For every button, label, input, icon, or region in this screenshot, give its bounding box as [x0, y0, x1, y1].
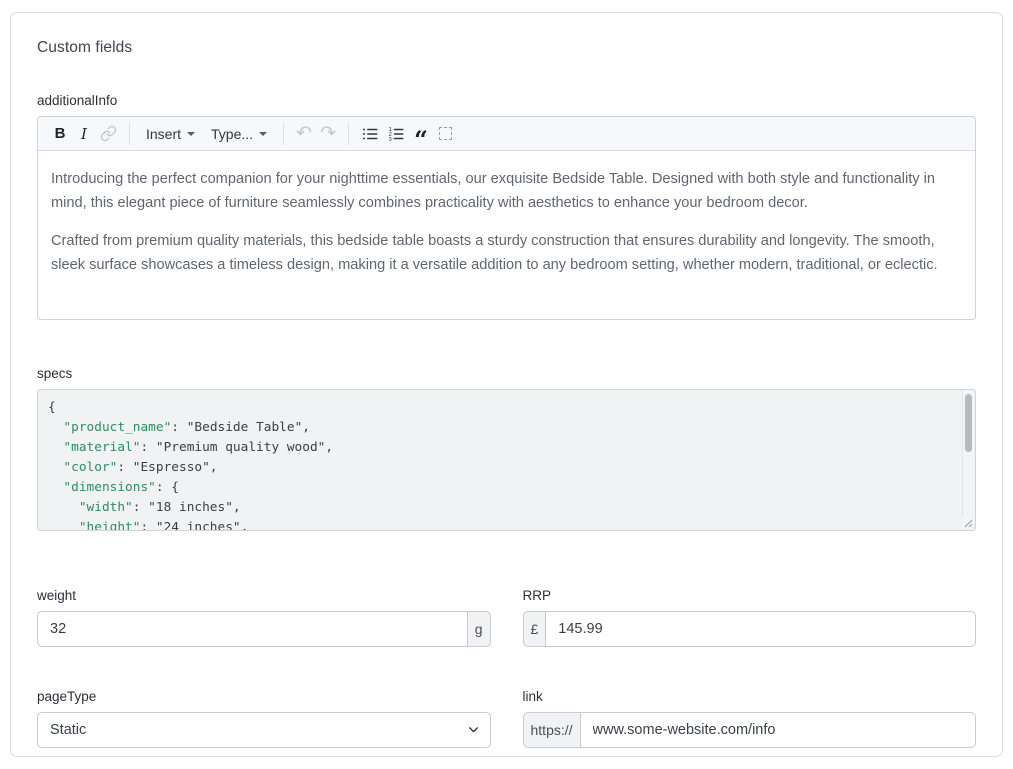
bullet-list-button[interactable] — [357, 121, 383, 147]
numbered-list-icon: 123 — [387, 125, 405, 143]
bullet-list-icon — [361, 125, 379, 143]
editor-content[interactable]: Introducing the perfect companion for yo… — [38, 151, 975, 319]
type-dropdown-label: Type... — [211, 126, 253, 142]
rrp-label: RRP — [523, 588, 977, 603]
additional-info-label: additionalInfo — [37, 93, 976, 108]
rrp-field-group: RRP £ — [523, 588, 977, 647]
undo-icon: ↶ — [296, 124, 312, 143]
type-dropdown[interactable]: Type... — [203, 121, 275, 147]
layout-button[interactable] — [433, 121, 457, 147]
blockquote-button[interactable]: “ — [409, 121, 433, 147]
weight-field-group: weight g — [37, 588, 491, 647]
link-button[interactable] — [96, 121, 121, 147]
weight-unit-addon: g — [467, 611, 491, 647]
fields-grid: weight g RRP £ pageType Static — [37, 588, 976, 748]
numbered-list-button[interactable]: 123 — [383, 121, 409, 147]
chevron-down-icon — [259, 132, 267, 136]
link-field-group: link https:// — [523, 689, 977, 748]
insert-dropdown-label: Insert — [146, 126, 181, 142]
pagetype-select[interactable]: Static — [37, 712, 491, 748]
link-label: link — [523, 689, 977, 704]
pagetype-field-group: pageType Static — [37, 689, 491, 748]
custom-fields-panel: Custom fields additionalInfo B I Insert … — [10, 12, 1003, 757]
toolbar-divider — [283, 123, 284, 145]
editor-toolbar: B I Insert Type... ↶ ↷ — [38, 117, 975, 151]
currency-addon: £ — [523, 611, 546, 647]
toolbar-divider — [129, 123, 130, 145]
link-input[interactable] — [580, 712, 976, 748]
protocol-addon: https:// — [523, 712, 580, 748]
link-icon — [100, 125, 117, 142]
resize-handle[interactable] — [962, 517, 974, 529]
layout-box-icon — [439, 127, 452, 140]
insert-dropdown[interactable]: Insert — [138, 121, 203, 147]
rich-text-editor: B I Insert Type... ↶ ↷ — [37, 116, 976, 320]
specs-label: specs — [37, 366, 976, 381]
specs-code-field[interactable]: { "product_name": "Bedside Table", "mate… — [37, 389, 976, 531]
specs-code-content[interactable]: { "product_name": "Bedside Table", "mate… — [38, 390, 975, 531]
toolbar-divider — [348, 123, 349, 145]
weight-label: weight — [37, 588, 491, 603]
redo-button[interactable]: ↷ — [316, 121, 340, 147]
chevron-down-icon — [187, 132, 195, 136]
panel-title: Custom fields — [37, 39, 976, 57]
italic-button[interactable]: I — [72, 121, 96, 147]
specs-scrollbar[interactable] — [962, 391, 974, 529]
redo-icon: ↷ — [320, 124, 336, 143]
rrp-input[interactable] — [545, 611, 976, 647]
weight-input[interactable] — [37, 611, 467, 647]
bold-button[interactable]: B — [48, 121, 72, 147]
pagetype-label: pageType — [37, 689, 491, 704]
svg-text:3: 3 — [389, 136, 392, 142]
undo-button[interactable]: ↶ — [292, 121, 316, 147]
blockquote-icon: “ — [414, 135, 428, 145]
specs-scrollbar-thumb[interactable] — [965, 394, 972, 452]
